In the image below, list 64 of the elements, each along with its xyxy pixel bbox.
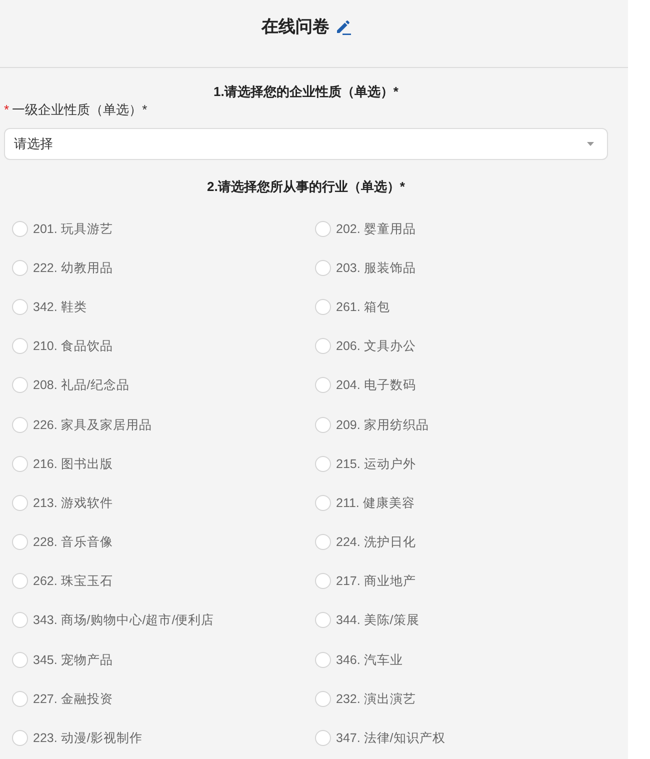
- option-label[interactable]: 201. 玩具游艺: [33, 220, 113, 237]
- option-label[interactable]: 261. 箱包: [336, 298, 390, 315]
- radio-button[interactable]: [315, 298, 331, 315]
- radio-button[interactable]: [12, 456, 28, 472]
- option-label[interactable]: 344. 美陈/策展: [336, 612, 420, 628]
- option-label[interactable]: 262. 珠宝玉石: [33, 573, 113, 590]
- radio-button[interactable]: [12, 652, 28, 668]
- option-label[interactable]: 345. 宠物产品: [33, 652, 113, 668]
- option-label[interactable]: 209. 家用纺织品: [336, 416, 429, 433]
- field-label: 一级企业性质（单选）*: [12, 101, 148, 119]
- radio-button[interactable]: [315, 416, 331, 433]
- radio-button[interactable]: [315, 573, 331, 590]
- radio-button[interactable]: [315, 338, 331, 354]
- radio-button[interactable]: [12, 377, 28, 394]
- radio-button[interactable]: [12, 298, 28, 315]
- radio-button[interactable]: [12, 416, 28, 433]
- option-label[interactable]: 204. 电子数码: [336, 377, 416, 394]
- option-label[interactable]: 216. 图书出版: [33, 456, 113, 472]
- radio-button[interactable]: [12, 494, 28, 511]
- option-label[interactable]: 222. 幼教用品: [33, 260, 113, 276]
- radio-button[interactable]: [315, 456, 331, 472]
- option-label[interactable]: 342. 鞋类: [33, 298, 87, 315]
- radio-button[interactable]: [12, 730, 28, 746]
- option-label[interactable]: 217. 商业地产: [336, 573, 416, 590]
- option-label[interactable]: 202. 婴童用品: [336, 220, 416, 237]
- option-label[interactable]: 213. 游戏软件: [33, 494, 113, 511]
- radio-button[interactable]: [12, 220, 28, 237]
- radio-button[interactable]: [315, 220, 331, 237]
- option-label[interactable]: 343. 商场/购物中心/超市/便利店: [33, 612, 214, 628]
- option-label[interactable]: 226. 家具及家居用品: [33, 416, 152, 433]
- option-label[interactable]: 210. 食品饮品: [33, 338, 113, 354]
- option-label[interactable]: 211. 健康美容: [336, 494, 415, 511]
- radio-button[interactable]: [315, 377, 331, 394]
- option-label[interactable]: 208. 礼品/纪念品: [33, 377, 130, 394]
- radio-button[interactable]: [12, 260, 28, 276]
- option-label[interactable]: 203. 服装饰品: [336, 260, 416, 276]
- radio-button[interactable]: [12, 612, 28, 628]
- radio-button[interactable]: [315, 690, 331, 707]
- option-label[interactable]: 215. 运动户外: [336, 456, 416, 472]
- radio-button[interactable]: [12, 534, 28, 550]
- option-label[interactable]: 224. 洗护日化: [336, 534, 416, 550]
- select-field[interactable]: 请选择: [4, 128, 608, 160]
- option-label[interactable]: 206. 文具办公: [336, 338, 416, 354]
- option-label[interactable]: 232. 演出演艺: [336, 690, 416, 707]
- radio-button[interactable]: [315, 730, 331, 746]
- option-label[interactable]: 347. 法律/知识产权: [336, 730, 446, 746]
- radio-button[interactable]: [12, 690, 28, 707]
- radio-button[interactable]: [315, 534, 331, 550]
- question-title: 1.请选择您的企业性质（单选）*: [212, 83, 400, 101]
- option-label[interactable]: 346. 汽车业: [336, 652, 403, 668]
- radio-button[interactable]: [12, 573, 28, 590]
- radio-button[interactable]: [315, 494, 331, 511]
- required-mark: *: [4, 101, 10, 119]
- radio-button[interactable]: [315, 612, 331, 628]
- option-label[interactable]: 223. 动漫/影视制作: [33, 730, 142, 746]
- radio-button[interactable]: [315, 260, 331, 276]
- radio-button[interactable]: [315, 652, 331, 668]
- pencil-icon[interactable]: [334, 19, 350, 35]
- page-title: 在线问卷: [262, 16, 330, 38]
- radio-button[interactable]: [12, 338, 28, 354]
- option-label[interactable]: 227. 金融投资: [33, 690, 113, 707]
- question-title: 2.请选择您所从事的行业（单选）*: [206, 178, 406, 196]
- caret-icon: [587, 142, 594, 146]
- option-label[interactable]: 228. 音乐音像: [33, 534, 113, 550]
